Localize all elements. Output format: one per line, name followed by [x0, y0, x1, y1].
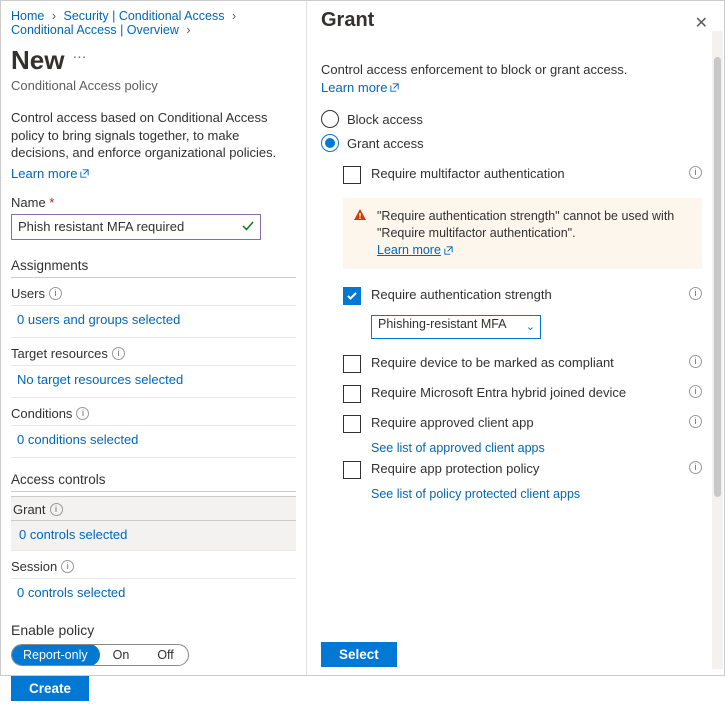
- require-hybrid-joined-checkbox[interactable]: Require Microsoft Entra hybrid joined de…: [343, 379, 702, 409]
- panel-learn-more-link[interactable]: Learn more: [321, 79, 400, 97]
- checkbox-icon: [343, 385, 361, 403]
- learn-more-link[interactable]: Learn more: [11, 166, 296, 181]
- grant-link[interactable]: 0 controls selected: [19, 527, 127, 542]
- info-icon[interactable]: i: [689, 166, 702, 179]
- close-icon[interactable]: ✕: [691, 9, 712, 37]
- grant-access-radio[interactable]: Grant access: [321, 134, 702, 152]
- breadcrumb: Home › Security | Conditional Access › C…: [11, 9, 296, 37]
- left-column: Home › Security | Conditional Access › C…: [1, 1, 306, 675]
- require-mfa-checkbox[interactable]: Require multifactor authentication i: [343, 160, 702, 190]
- info-icon[interactable]: i: [49, 287, 62, 300]
- warning-icon: [353, 208, 367, 227]
- toggle-report-only[interactable]: Report-only: [11, 644, 100, 666]
- panel-title: Grant: [321, 9, 374, 32]
- info-icon[interactable]: i: [689, 415, 702, 428]
- warning-message: "Require authentication strength" cannot…: [343, 198, 702, 269]
- checkbox-icon: [343, 287, 361, 305]
- select-button[interactable]: Select: [321, 642, 397, 667]
- more-icon[interactable]: ···: [72, 48, 86, 64]
- info-icon[interactable]: i: [76, 407, 89, 420]
- session-link[interactable]: 0 controls selected: [17, 585, 125, 600]
- name-label: Name *: [11, 195, 296, 210]
- info-icon[interactable]: i: [689, 461, 702, 474]
- auth-strength-select[interactable]: Phishing-resistant MFA ⌄: [371, 315, 541, 339]
- chevron-right-icon: ›: [52, 9, 56, 23]
- toggle-on[interactable]: On: [99, 645, 144, 665]
- access-controls-heading: Access controls: [11, 472, 296, 492]
- breadcrumb-home[interactable]: Home: [11, 9, 44, 23]
- chevron-right-icon: ›: [232, 9, 236, 23]
- conditions-link[interactable]: 0 conditions selected: [17, 432, 138, 447]
- checkbox-icon: [343, 166, 361, 184]
- page-title: New: [11, 45, 64, 76]
- target-resources-row[interactable]: Target resources i: [11, 338, 296, 366]
- panel-description: Control access enforcement to block or g…: [321, 61, 702, 96]
- page-subtitle: Conditional Access policy: [11, 78, 296, 93]
- checkbox-icon: [343, 355, 361, 373]
- require-compliant-device-checkbox[interactable]: Require device to be marked as compliant…: [343, 349, 702, 379]
- checkbox-icon: [343, 415, 361, 433]
- enable-policy-label: Enable policy: [11, 622, 296, 638]
- require-approved-client-checkbox[interactable]: Require approved client app i: [343, 409, 702, 439]
- require-auth-strength-checkbox[interactable]: Require authentication strength i: [343, 281, 702, 311]
- grant-panel: Grant ✕ Control access enforcement to bl…: [306, 1, 724, 675]
- breadcrumb-overview[interactable]: Conditional Access | Overview: [11, 23, 179, 37]
- target-resources-link[interactable]: No target resources selected: [17, 372, 183, 387]
- grant-row[interactable]: Grant i: [11, 496, 296, 521]
- checkmark-icon: [241, 219, 255, 236]
- info-icon[interactable]: i: [689, 385, 702, 398]
- info-icon[interactable]: i: [689, 287, 702, 300]
- warning-learn-more-link[interactable]: Learn more: [377, 242, 454, 259]
- info-icon[interactable]: i: [61, 560, 74, 573]
- info-icon[interactable]: i: [112, 347, 125, 360]
- users-link[interactable]: 0 users and groups selected: [17, 312, 180, 327]
- info-icon[interactable]: i: [689, 355, 702, 368]
- external-link-icon: [79, 168, 90, 179]
- approved-client-apps-link[interactable]: See list of approved client apps: [371, 441, 702, 455]
- scrollbar-thumb[interactable]: [714, 57, 721, 497]
- create-button[interactable]: Create: [11, 676, 89, 701]
- session-row[interactable]: Session i: [11, 551, 296, 579]
- app-protection-link[interactable]: See list of policy protected client apps: [371, 487, 702, 501]
- enable-policy-toggle[interactable]: Report-only On Off: [11, 644, 189, 666]
- chevron-right-icon: ›: [186, 23, 190, 37]
- page-description: Control access based on Conditional Acce…: [11, 109, 296, 162]
- radio-icon: [321, 110, 339, 128]
- users-row[interactable]: Users i: [11, 278, 296, 306]
- radio-icon: [321, 134, 339, 152]
- block-access-radio[interactable]: Block access: [321, 110, 702, 128]
- conditions-row[interactable]: Conditions i: [11, 398, 296, 426]
- chevron-down-icon: ⌄: [526, 320, 535, 333]
- assignments-heading: Assignments: [11, 258, 296, 278]
- require-app-protection-checkbox[interactable]: Require app protection policy i: [343, 455, 702, 485]
- breadcrumb-security[interactable]: Security | Conditional Access: [63, 9, 224, 23]
- external-link-icon: [389, 82, 400, 93]
- info-icon[interactable]: i: [50, 503, 63, 516]
- checkbox-icon: [343, 461, 361, 479]
- toggle-off[interactable]: Off: [143, 645, 187, 665]
- external-link-icon: [443, 245, 454, 256]
- name-input[interactable]: [11, 214, 261, 240]
